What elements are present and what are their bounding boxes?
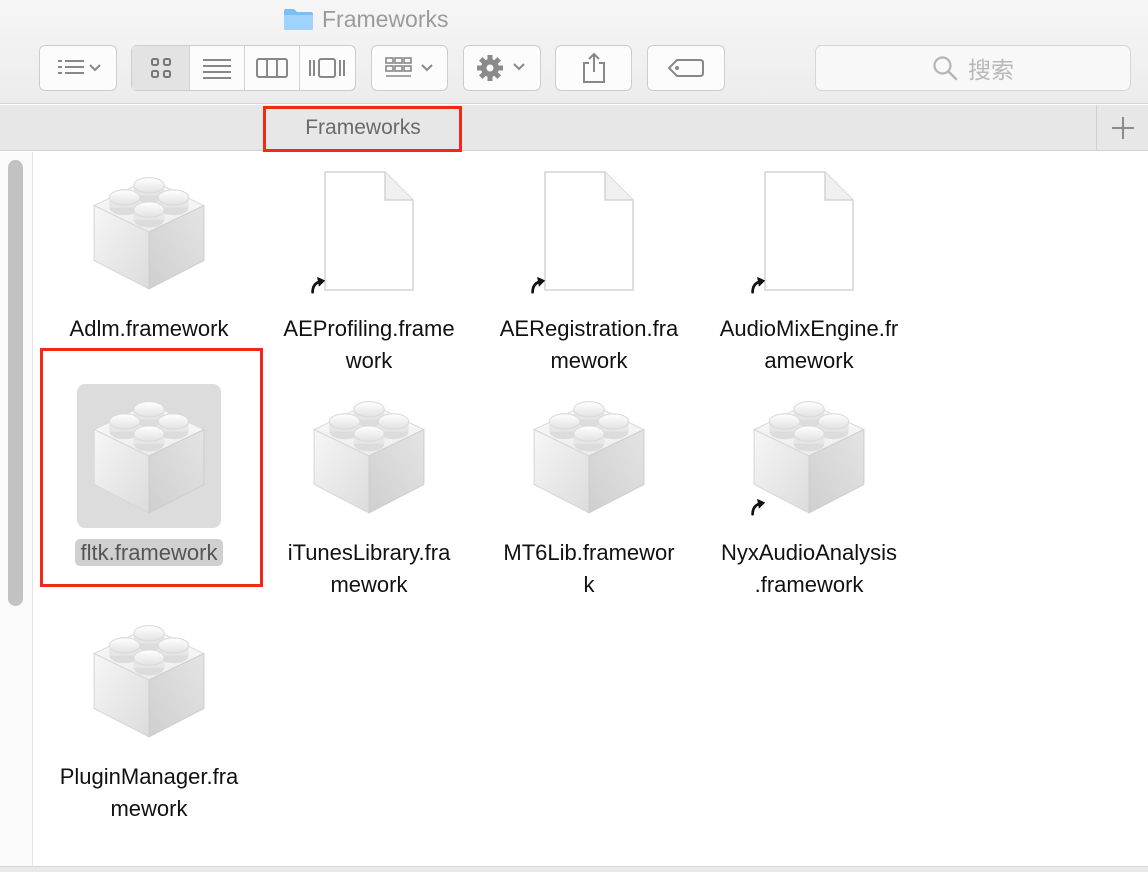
file-name-line2: k	[583, 572, 595, 597]
alias-arrow-icon	[309, 276, 327, 294]
file-icon-grid: Adlm.framework AEProfiling.frame work AE…	[33, 152, 1148, 868]
alias-arrow-icon	[749, 276, 767, 294]
file-name: NyxAudioAnalysis	[720, 540, 898, 565]
share-button[interactable]	[555, 45, 632, 91]
plus-icon	[1111, 117, 1134, 139]
file-item-ituneslibrary[interactable]: iTunesLibrary.fra mework	[259, 384, 479, 597]
file-item-nyxaudioanalysis[interactable]: NyxAudioAnalysis .framework	[699, 384, 919, 597]
new-tab-button[interactable]	[1096, 105, 1148, 151]
file-name-line2: mework	[110, 796, 188, 821]
file-item-aeregistration[interactable]: AERegistration.fra mework	[479, 160, 699, 373]
file-name-line2: mework	[550, 348, 628, 373]
file-name: MT6Lib.framewor	[503, 540, 675, 565]
lego-brick-icon	[88, 171, 210, 293]
arrange-button[interactable]	[39, 45, 117, 91]
lego-brick-icon	[528, 395, 650, 517]
file-item-adlm[interactable]: Adlm.framework	[39, 160, 259, 360]
window-bottom-edge	[0, 866, 1148, 872]
group-by-button[interactable]	[371, 45, 448, 91]
file-name: Adlm.framework	[69, 316, 229, 341]
file-name: PluginManager.fra	[59, 764, 239, 789]
list-arrange-icon[interactable]	[40, 46, 116, 90]
tag-icon[interactable]	[648, 46, 724, 90]
document-icon	[321, 170, 417, 294]
lego-brick-icon	[88, 619, 210, 741]
file-name-line2: amework	[764, 348, 854, 373]
document-icon	[541, 170, 637, 294]
tag-button[interactable]	[647, 45, 725, 91]
file-item-audiomixengine[interactable]: AudioMixEngine.fr amework	[699, 160, 919, 373]
lego-brick-icon	[88, 395, 210, 517]
file-item-aeprofiling[interactable]: AEProfiling.frame work	[259, 160, 479, 373]
list-view-icon[interactable]	[189, 46, 244, 90]
file-name-line2: work	[345, 348, 393, 373]
file-name: AEProfiling.frame	[283, 316, 455, 341]
group-grid-icon[interactable]	[372, 46, 447, 90]
lego-brick-icon	[308, 395, 430, 517]
file-item-fltk[interactable]: fltk.framework	[39, 384, 259, 584]
window-toolbar: Frameworks 搜索	[0, 0, 1148, 104]
file-name-line2: mework	[330, 572, 408, 597]
search-field[interactable]: 搜索	[815, 45, 1131, 91]
action-menu-button[interactable]	[463, 45, 541, 91]
folder-icon	[284, 9, 313, 30]
column-view-icon[interactable]	[244, 46, 299, 90]
alias-arrow-icon	[749, 498, 767, 516]
file-item-mt6lib[interactable]: MT6Lib.framewor k	[479, 384, 699, 597]
tab-frameworks-label: Frameworks	[305, 116, 421, 139]
window-title: Frameworks	[283, 4, 449, 34]
file-item-pluginmanager[interactable]: PluginManager.fra mework	[39, 608, 259, 821]
tab-frameworks[interactable]: Frameworks	[265, 105, 461, 151]
scrollbar-thumb[interactable]	[8, 160, 23, 606]
gear-icon[interactable]	[464, 46, 540, 90]
file-name-line2: .framework	[754, 572, 864, 597]
search-placeholder: 搜索	[968, 57, 1014, 83]
search-icon	[933, 56, 958, 81]
alias-arrow-icon	[529, 276, 547, 294]
tab-bar: Frameworks	[0, 105, 1148, 151]
document-icon	[761, 170, 857, 294]
file-name: iTunesLibrary.fra	[287, 540, 451, 565]
window-title-text: Frameworks	[322, 5, 449, 32]
icon-view-icon[interactable]	[132, 46, 190, 90]
share-icon[interactable]	[556, 46, 631, 90]
gallery-view-icon[interactable]	[298, 46, 356, 90]
file-name: AudioMixEngine.fr	[719, 316, 899, 341]
file-name: AERegistration.fra	[499, 316, 679, 341]
file-name: fltk.framework	[74, 539, 224, 566]
view-mode-segmented-control[interactable]	[131, 45, 356, 91]
